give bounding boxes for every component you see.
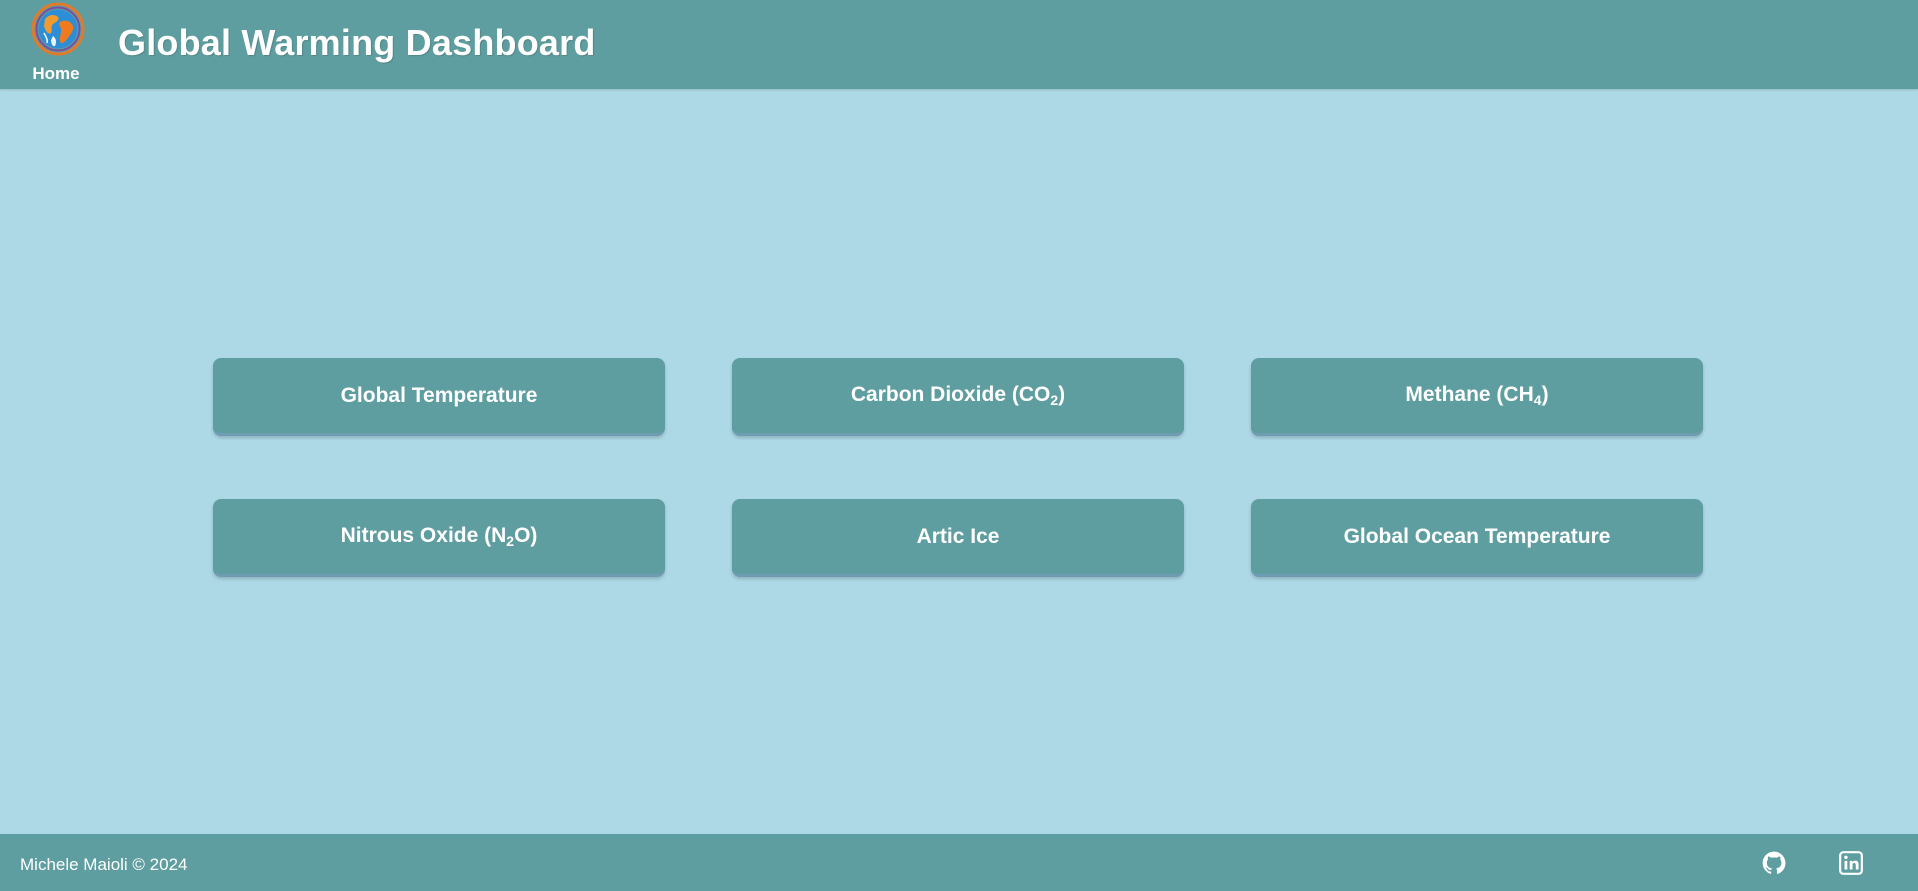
copyright-text: Michele Maioli © 2024 xyxy=(20,855,188,874)
globe-icon xyxy=(31,2,85,56)
footer-bar: Michele Maioli © 2024 xyxy=(0,834,1918,891)
carbon-dioxide-label: Carbon Dioxide (CO2) xyxy=(850,383,1066,408)
artic-ice-button[interactable]: Artic Ice xyxy=(732,499,1184,577)
page-title: Global Warming Dashboard xyxy=(118,22,596,63)
methane-label: Methane (CH4) xyxy=(1405,383,1549,408)
global-ocean-temperature-button[interactable]: Global Ocean Temperature xyxy=(1251,499,1703,577)
artic-ice-label: Artic Ice xyxy=(916,524,1000,548)
global-temperature-button[interactable]: Global Temperature xyxy=(213,358,665,436)
header-bar: Home Global Warming Dashboard xyxy=(0,0,1918,89)
nitrous-oxide-button[interactable]: Nitrous Oxide (N2O) xyxy=(213,499,665,577)
home-link[interactable]: Home xyxy=(28,2,85,86)
linkedin-icon[interactable] xyxy=(1838,850,1864,876)
global-temperature-label: Global Temperature xyxy=(340,383,538,407)
global-ocean-temperature-label: Global Ocean Temperature xyxy=(1343,524,1611,548)
github-icon[interactable] xyxy=(1761,850,1787,876)
methane-button[interactable]: Methane (CH4) xyxy=(1251,358,1703,436)
home-label: Home xyxy=(32,64,80,83)
carbon-dioxide-button[interactable]: Carbon Dioxide (CO2) xyxy=(732,358,1184,436)
nitrous-oxide-label: Nitrous Oxide (N2O) xyxy=(340,524,538,549)
dashboard-grid: Global Temperature Carbon Dioxide (CO2) … xyxy=(213,358,1704,578)
